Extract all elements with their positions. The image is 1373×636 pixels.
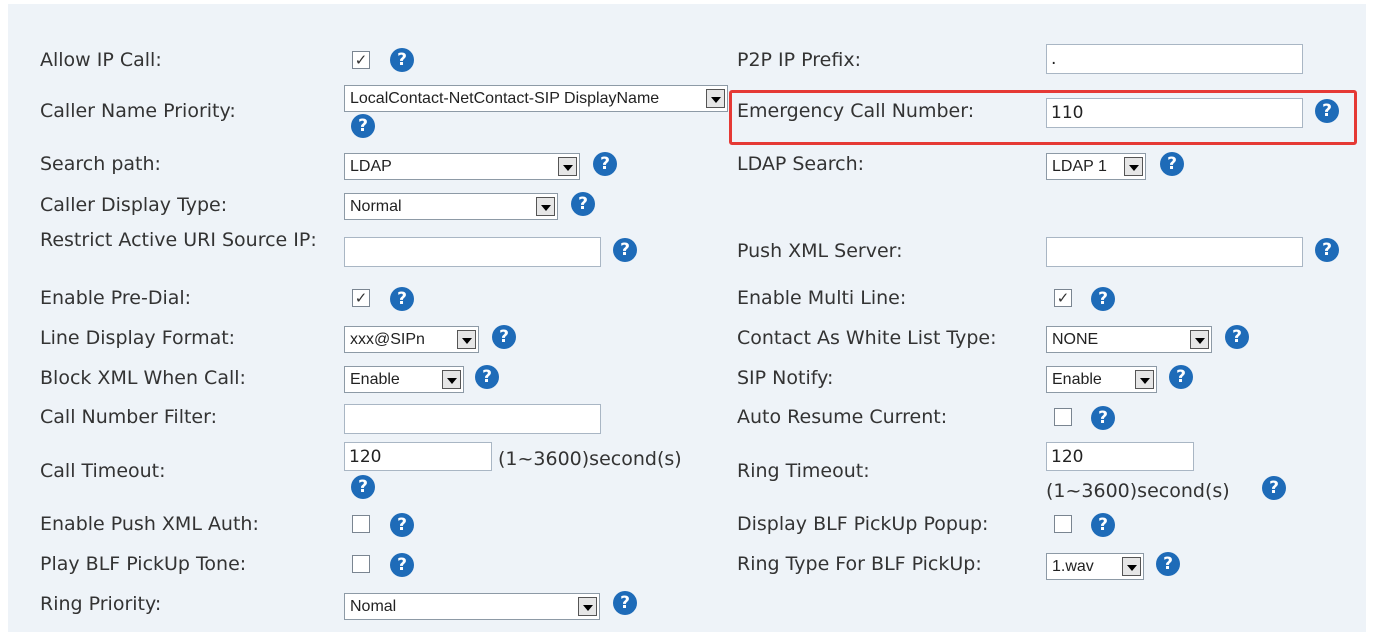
auto-resume-current-label: Auto Resume Current: <box>737 406 948 428</box>
chevron-down-icon <box>1135 370 1154 389</box>
help-icon[interactable]: ? <box>1091 406 1115 430</box>
ldap-search-select[interactable]: LDAP 1 <box>1046 153 1146 180</box>
call-timeout-input[interactable] <box>344 442 492 471</box>
sip-notify-label: SIP Notify: <box>737 367 834 389</box>
chevron-down-icon <box>1122 557 1141 576</box>
enable-multi-line-checkbox[interactable]: ✓ <box>1054 289 1072 307</box>
chevron-down-icon <box>442 370 461 389</box>
contact-as-white-list-type-value: NONE <box>1052 331 1099 348</box>
ring-timeout-input[interactable] <box>1046 442 1194 471</box>
push-xml-server-label: Push XML Server: <box>737 240 903 262</box>
help-icon[interactable]: ? <box>1225 325 1249 349</box>
help-icon[interactable]: ? <box>492 325 516 349</box>
emergency-call-number-label: Emergency Call Number: <box>737 100 975 122</box>
sip-notify-select[interactable]: Enable <box>1046 366 1157 393</box>
ldap-search-label: LDAP Search: <box>737 153 865 175</box>
help-icon[interactable]: ? <box>351 475 375 499</box>
display-blf-pickup-popup-checkbox[interactable] <box>1054 515 1072 533</box>
call-number-filter-input[interactable] <box>344 404 601 434</box>
help-icon[interactable]: ? <box>1169 365 1193 389</box>
caller-display-type-value: Normal <box>350 198 402 215</box>
emergency-call-number-input[interactable] <box>1046 98 1303 128</box>
enable-push-xml-auth-checkbox[interactable] <box>352 515 370 533</box>
help-icon[interactable]: ? <box>390 48 414 72</box>
ring-priority-select[interactable]: Nomal <box>344 593 600 620</box>
block-xml-when-call-value: Enable <box>350 371 400 388</box>
chevron-down-icon <box>558 157 577 176</box>
search-path-value: LDAP <box>350 158 392 175</box>
ring-timeout-range-hint: (1~3600)second(s) <box>1046 480 1230 502</box>
ring-priority-value: Nomal <box>350 598 397 615</box>
call-number-filter-label: Call Number Filter: <box>40 406 217 428</box>
caller-display-type-select[interactable]: Normal <box>344 193 558 220</box>
help-icon[interactable]: ? <box>1315 99 1339 123</box>
help-icon[interactable]: ? <box>390 553 414 577</box>
restrict-uri-ip-label: Restrict Active URI Source IP: <box>40 229 317 251</box>
ring-type-for-blf-pickup-value: 1.wav <box>1052 558 1094 575</box>
restrict-uri-ip-input[interactable] <box>344 237 601 267</box>
display-blf-pickup-popup-label: Display BLF PickUp Popup: <box>737 513 989 535</box>
play-blf-pickup-tone-checkbox[interactable] <box>352 555 370 573</box>
ring-type-for-blf-pickup-label: Ring Type For BLF PickUp: <box>737 553 982 575</box>
help-icon[interactable]: ? <box>390 287 414 311</box>
chevron-down-icon <box>457 330 476 349</box>
chevron-down-icon <box>1124 157 1143 176</box>
help-icon[interactable]: ? <box>1315 238 1339 262</box>
allow-ip-call-label: Allow IP Call: <box>40 49 162 71</box>
ring-timeout-label: Ring Timeout: <box>737 460 870 482</box>
line-display-format-label: Line Display Format: <box>40 327 236 349</box>
contact-as-white-list-type-select[interactable]: NONE <box>1046 326 1212 353</box>
ring-priority-label: Ring Priority: <box>40 593 162 615</box>
help-icon[interactable]: ? <box>1156 552 1180 576</box>
block-xml-when-call-select[interactable]: Enable <box>344 366 464 393</box>
caller-name-priority-select[interactable]: LocalContact-NetContact-SIP DisplayName <box>344 85 728 112</box>
help-icon[interactable]: ? <box>1262 476 1286 500</box>
help-icon[interactable]: ? <box>593 152 617 176</box>
ring-type-for-blf-pickup-select[interactable]: 1.wav <box>1046 553 1144 580</box>
line-display-format-value: xxx@SIPn <box>350 331 425 348</box>
chevron-down-icon <box>1190 330 1209 349</box>
play-blf-pickup-tone-label: Play BLF PickUp Tone: <box>40 553 247 575</box>
enable-pre-dial-checkbox[interactable]: ✓ <box>352 289 370 307</box>
chevron-down-icon <box>706 89 725 108</box>
help-icon[interactable]: ? <box>1160 152 1184 176</box>
help-icon[interactable]: ? <box>1091 513 1115 537</box>
help-icon[interactable]: ? <box>613 238 637 262</box>
p2p-ip-prefix-label: P2P IP Prefix: <box>737 49 861 71</box>
line-display-format-select[interactable]: xxx@SIPn <box>344 326 479 353</box>
ldap-search-value: LDAP 1 <box>1052 158 1107 175</box>
sip-notify-value: Enable <box>1052 371 1102 388</box>
call-timeout-label: Call Timeout: <box>40 460 166 482</box>
help-icon[interactable]: ? <box>475 365 499 389</box>
caller-display-type-label: Caller Display Type: <box>40 194 228 216</box>
help-icon[interactable]: ? <box>571 192 595 216</box>
push-xml-server-input[interactable] <box>1046 237 1303 267</box>
enable-pre-dial-label: Enable Pre-Dial: <box>40 287 192 309</box>
help-icon[interactable]: ? <box>613 591 637 615</box>
caller-name-priority-label: Caller Name Priority: <box>40 100 236 122</box>
contact-as-white-list-type-label: Contact As White List Type: <box>737 327 997 349</box>
search-path-label: Search path: <box>40 153 161 175</box>
allow-ip-call-checkbox[interactable]: ✓ <box>352 51 370 69</box>
search-path-select[interactable]: LDAP <box>344 153 580 180</box>
call-timeout-range-hint: (1~3600)second(s) <box>498 448 682 470</box>
help-icon[interactable]: ? <box>390 513 414 537</box>
help-icon[interactable]: ? <box>351 114 375 138</box>
chevron-down-icon <box>578 597 597 616</box>
block-xml-when-call-label: Block XML When Call: <box>40 367 246 389</box>
enable-multi-line-label: Enable Multi Line: <box>737 287 907 309</box>
p2p-ip-prefix-input[interactable] <box>1046 44 1303 74</box>
caller-name-priority-value: LocalContact-NetContact-SIP DisplayName <box>350 90 660 107</box>
help-icon[interactable]: ? <box>1091 287 1115 311</box>
chevron-down-icon <box>536 197 555 216</box>
enable-push-xml-auth-label: Enable Push XML Auth: <box>40 513 259 535</box>
auto-resume-current-checkbox[interactable] <box>1054 408 1072 426</box>
